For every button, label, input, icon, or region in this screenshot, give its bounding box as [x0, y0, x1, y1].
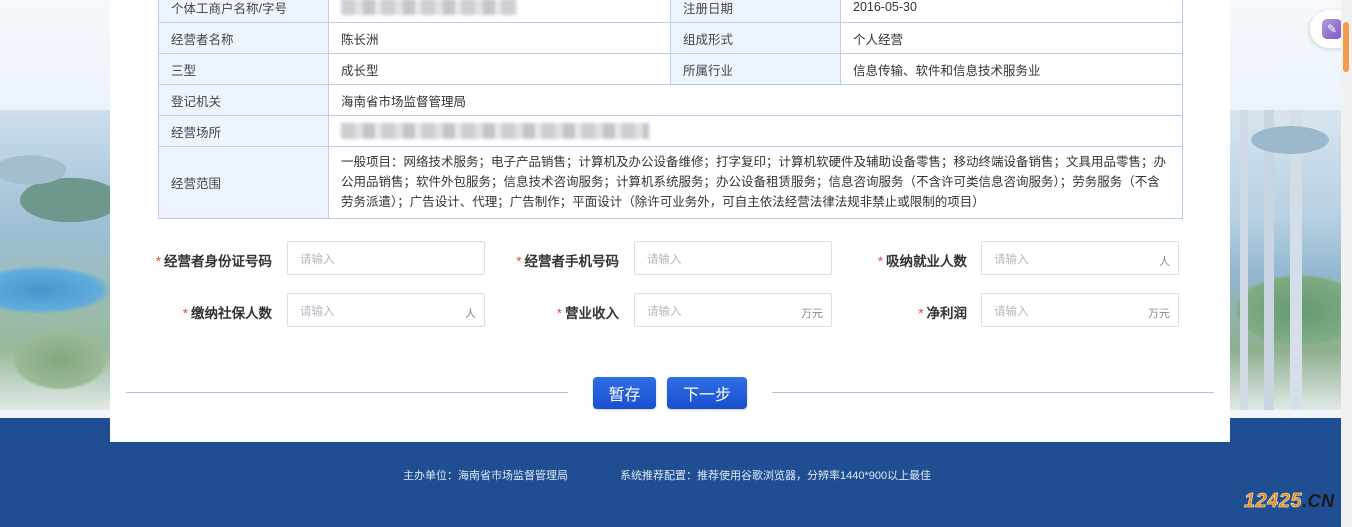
cell-value: 成长型	[328, 53, 671, 85]
business-info-table: 个体工商户名称/字号 注册日期 2016-05-30 经营者名称 陈长洲 组成形…	[158, 0, 1183, 219]
revenue-input[interactable]: 请输入 万元	[634, 293, 832, 327]
cell-label: 经营者名称	[158, 22, 329, 54]
cell-label: 登记机关	[158, 84, 329, 116]
net-profit-input[interactable]: 请输入 万元	[981, 293, 1179, 327]
field-label-employment: * 吸纳就业人数	[877, 254, 967, 269]
employment-count-input[interactable]: 请输入人	[981, 241, 1179, 275]
divider-left	[126, 392, 568, 393]
cell-value	[328, 115, 1183, 147]
cell-value: 个人经营	[840, 22, 1183, 54]
divider-right	[772, 392, 1214, 393]
background-scenery-left	[0, 110, 115, 410]
field-label-net-profit: * 净利润	[918, 306, 967, 321]
table-row: 个体工商户名称/字号 注册日期 2016-05-30	[158, 0, 1183, 23]
table-row: 登记机关 海南省市场监督管理局	[158, 84, 1183, 116]
cell-label: 个体工商户名称/字号	[158, 0, 329, 23]
footer-sponsor: 主办单位：海南省市场监督管理局	[403, 470, 568, 482]
field-label-revenue: * 营业收入	[556, 306, 619, 321]
redacted-value	[341, 0, 517, 15]
cell-label: 注册日期	[670, 0, 841, 23]
id-number-input[interactable]: 请输入	[287, 241, 485, 275]
scrollbar-thumb[interactable]	[1343, 22, 1349, 72]
cell-value: 陈长洲	[328, 22, 671, 54]
table-row: 经营场所	[158, 115, 1183, 147]
table-row: 经营范围 一般项目：网络技术服务；电子产品销售；计算机及办公设备维修；打字复印；…	[158, 146, 1183, 219]
field-label-social-insurance: * 缴纳社保人数	[182, 306, 272, 321]
cell-label: 三型	[158, 53, 329, 85]
field-label-id-number: * 经营者身份证号码	[155, 254, 272, 269]
cell-value: 2016-05-30	[840, 0, 1183, 23]
field-label-phone: * 经营者手机号码	[516, 254, 619, 269]
social-insurance-count-input[interactable]: 请输入人	[287, 293, 485, 327]
next-step-button[interactable]: 下一步	[667, 377, 747, 409]
cell-value	[328, 0, 671, 23]
table-row: 经营者名称 陈长洲 组成形式 个人经营	[158, 22, 1183, 54]
cell-label: 所属行业	[670, 53, 841, 85]
assistant-icon: ✎	[1322, 19, 1342, 39]
business-scope-value: 一般项目：网络技术服务；电子产品销售；计算机及办公设备维修；打字复印；计算机软硬…	[328, 146, 1183, 219]
cell-label: 经营场所	[158, 115, 329, 147]
cell-label: 组成形式	[670, 22, 841, 54]
footer-recommendation: 系统推荐配置：推荐使用谷歌浏览器，分辨率1440*900以上最佳	[620, 470, 932, 482]
vertical-scrollbar[interactable]	[1341, 0, 1352, 527]
save-draft-button[interactable]: 暂存	[593, 377, 656, 409]
background-scenery-right	[1230, 110, 1352, 410]
cell-label: 经营范围	[158, 146, 329, 219]
phone-input[interactable]: 请输入	[634, 241, 832, 275]
redacted-value	[341, 123, 649, 139]
cell-value: 海南省市场监督管理局	[328, 84, 1183, 116]
cell-value: 信息传输、软件和信息技术服务业	[840, 53, 1183, 85]
site-watermark-logo: 12425.CN	[1244, 490, 1335, 513]
table-row: 三型 成长型 所属行业 信息传输、软件和信息技术服务业	[158, 53, 1183, 85]
